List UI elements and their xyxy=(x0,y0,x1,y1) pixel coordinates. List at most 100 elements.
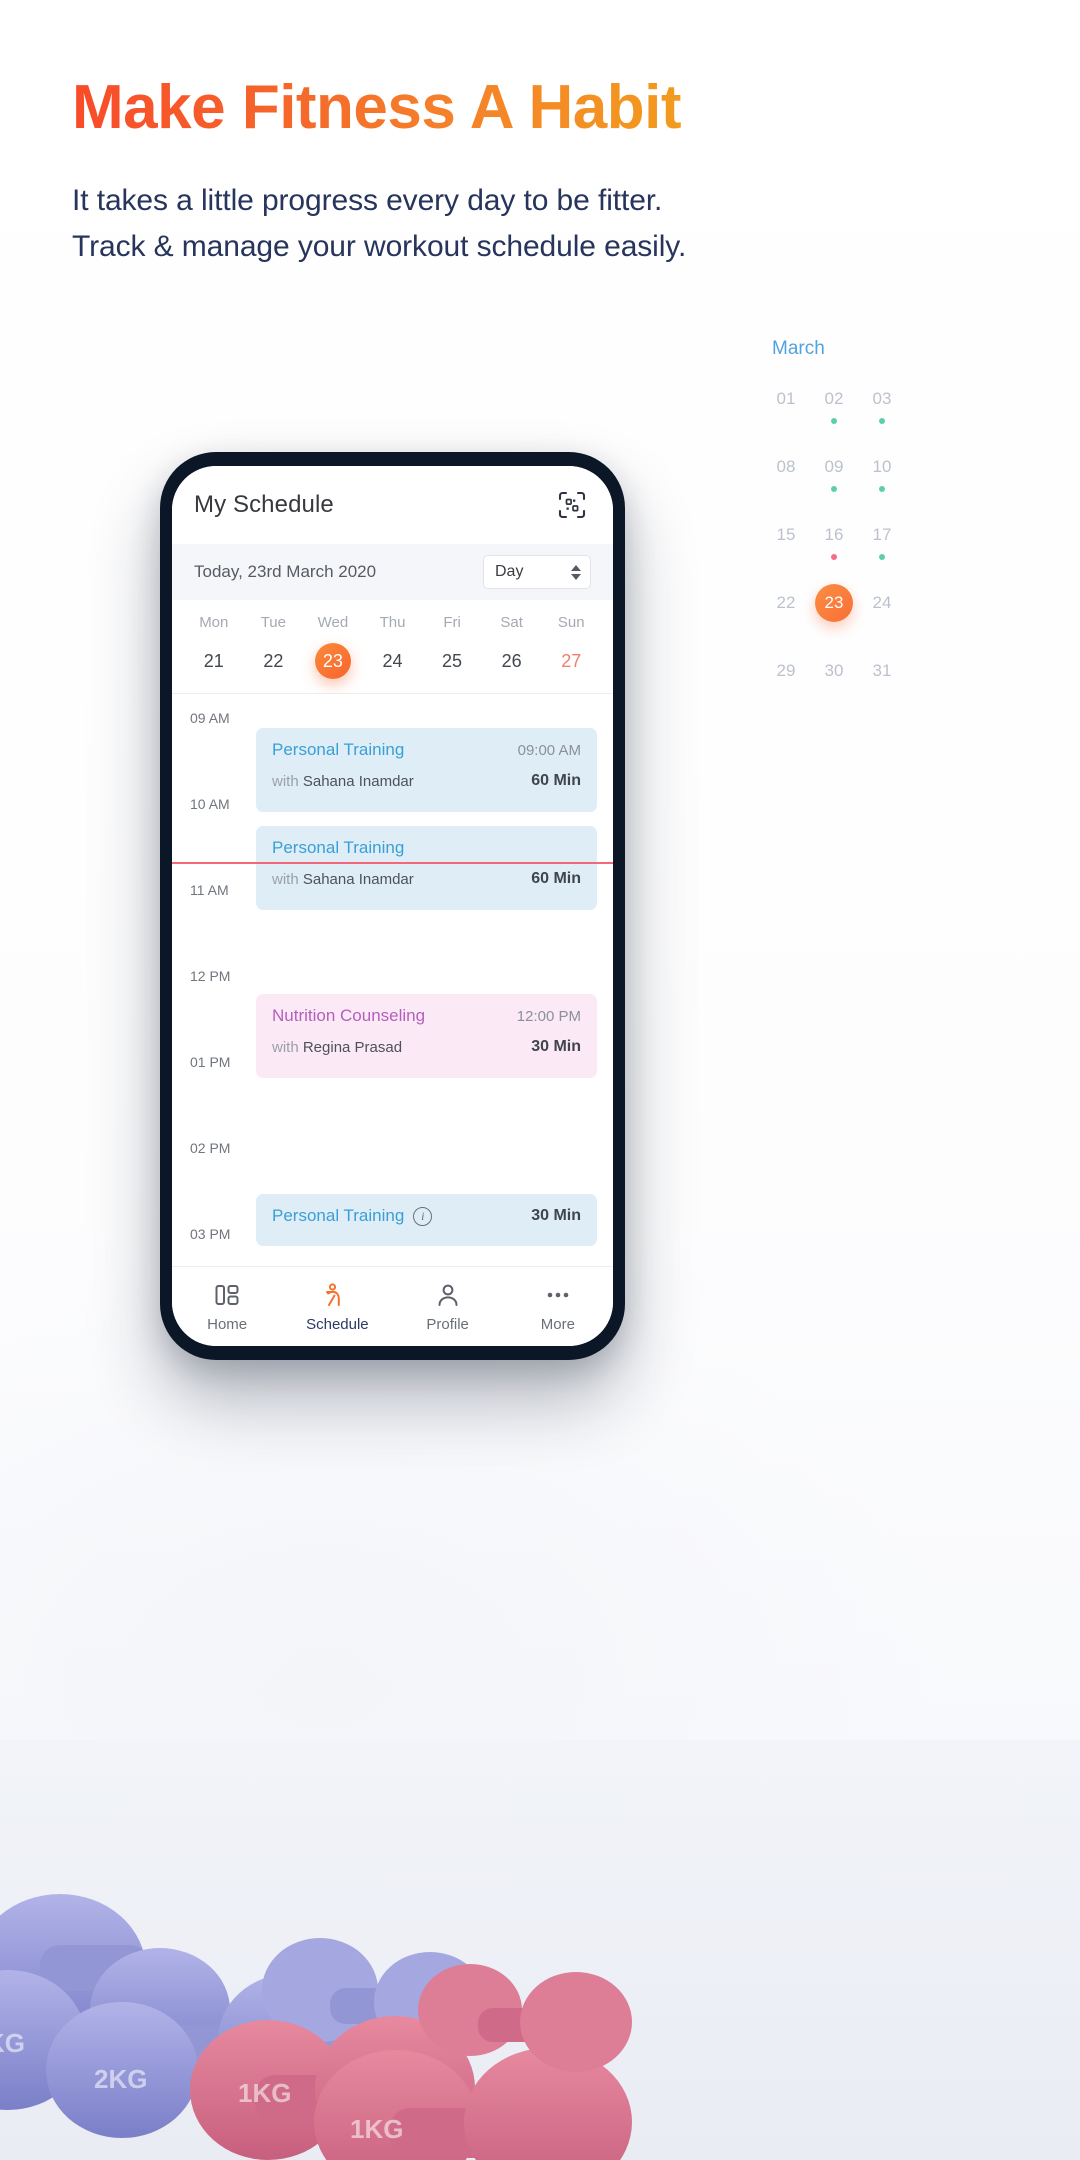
month-label: March xyxy=(772,338,825,359)
month-day-23[interactable]: 23 xyxy=(810,584,858,622)
month-day-number: 09 xyxy=(824,457,844,476)
schedule-event-card[interactable]: Personal Training i 30 Min xyxy=(256,1194,597,1246)
month-day-number: 15 xyxy=(776,525,796,544)
month-day-31[interactable]: 31 xyxy=(858,654,906,688)
week-day-name: Tue xyxy=(260,614,286,631)
week-day-sat[interactable]: Sat 26 xyxy=(482,614,542,679)
week-day-number: 27 xyxy=(561,651,582,671)
event-duration: 30 Min xyxy=(531,1038,581,1055)
day-timeline[interactable]: 09 AM 10 AM 11 AM 12 PM 01 PM 02 PM 03 PM Perso… xyxy=(172,694,613,1266)
week-day-strip[interactable]: Mon 21 Tue 22 Wed 23 Thu 24 Fri 25 Sat 26 Sun 27 xyxy=(172,600,613,694)
month-day-number: 30 xyxy=(824,661,844,680)
week-day-fri[interactable]: Fri 25 xyxy=(422,614,482,679)
month-day-01[interactable]: 01 xyxy=(762,382,810,416)
tab-more[interactable]: More xyxy=(503,1280,613,1333)
page-title: Make Fitness A Habit xyxy=(72,73,682,142)
month-day-22[interactable]: 22 xyxy=(762,586,810,620)
week-day-number: 23 xyxy=(314,643,351,679)
month-day-empty xyxy=(1002,450,1050,484)
month-day-empty xyxy=(954,450,1002,484)
month-day-29[interactable]: 29 xyxy=(762,654,810,688)
bottom-tab-bar[interactable]: Home Schedule Profile More xyxy=(172,1266,613,1346)
view-mode-select[interactable]: Day xyxy=(483,555,591,589)
timeline-hour-label: 11 AM xyxy=(190,882,229,898)
tab-profile[interactable]: Profile xyxy=(393,1280,503,1333)
month-day-number: 23 xyxy=(815,584,853,622)
event-with-label: with xyxy=(272,1038,303,1056)
app-title: My Schedule xyxy=(194,491,334,518)
month-day-16[interactable]: 16 xyxy=(810,518,858,560)
month-day-30[interactable]: 30 xyxy=(810,654,858,688)
month-day-15[interactable]: 15 xyxy=(762,518,810,552)
schedule-event-card[interactable]: Personal Training with Sahana Inamdar 60 M… xyxy=(256,826,597,910)
month-day-08[interactable]: 08 xyxy=(762,450,810,484)
background-month-calendar: March 01 02 03 08 09 10 15 16 17 22 23 24 29 30 31 xyxy=(762,338,1080,688)
current-time-indicator xyxy=(172,862,613,864)
event-title-row: Nutrition Counseling 12:00 PM xyxy=(272,1006,581,1026)
month-day-number: 24 xyxy=(872,593,892,612)
week-day-sun[interactable]: Sun 27 xyxy=(541,614,601,679)
event-time: 12:00 PM xyxy=(516,1007,581,1025)
current-date-label: Today, 23rd March 2020 xyxy=(194,562,377,581)
month-day-dot xyxy=(831,418,837,424)
timeline-hour-label: 01 PM xyxy=(190,1054,231,1070)
month-day-empty xyxy=(1002,586,1050,620)
event-meta-row: with Regina Prasad 30 Min xyxy=(272,1038,581,1056)
month-day-dot xyxy=(879,554,885,560)
month-day-empty xyxy=(1050,518,1080,552)
week-day-tue[interactable]: Tue 22 xyxy=(244,614,304,679)
qr-scan-icon[interactable] xyxy=(553,486,591,524)
event-trainer-name: Sahana Inamdar xyxy=(302,870,414,888)
event-with-label: with xyxy=(272,772,303,790)
promo-screenshot: Make Fitness A Habit It takes a little p… xyxy=(0,0,1080,2160)
week-day-mon[interactable]: Mon 21 xyxy=(184,614,244,679)
week-day-name: Fri xyxy=(443,614,461,631)
runner-icon xyxy=(282,1280,392,1310)
month-day-03[interactable]: 03 xyxy=(858,382,906,424)
event-trainer: with Regina Prasad xyxy=(272,1039,402,1056)
month-day-09[interactable]: 09 xyxy=(810,450,858,492)
month-day-number: 22 xyxy=(776,593,796,612)
month-day-10[interactable]: 10 xyxy=(858,450,906,492)
schedule-event-card[interactable]: Nutrition Counseling 12:00 PM with Regina … xyxy=(256,994,597,1078)
month-day-empty xyxy=(954,382,1002,416)
week-day-name: Sat xyxy=(500,614,523,631)
month-day-empty xyxy=(954,518,1002,552)
month-day-dot xyxy=(879,418,885,424)
week-day-number: 25 xyxy=(442,651,463,671)
month-day-number: 17 xyxy=(872,525,892,544)
schedule-event-card[interactable]: Personal Training 09:00 AM with Sahana Ina… xyxy=(256,728,597,812)
month-day-24[interactable]: 24 xyxy=(858,586,906,620)
week-day-thu[interactable]: Thu 24 xyxy=(363,614,423,679)
phone-mockup: My Schedule Today, 23rd March 2020 Day M… xyxy=(160,452,625,1360)
event-duration: 30 Min xyxy=(531,1207,581,1224)
month-day-17[interactable]: 17 xyxy=(858,518,906,560)
week-day-name: Sun xyxy=(557,614,585,631)
week-day-name: Mon xyxy=(199,614,229,631)
week-day-name: Thu xyxy=(379,614,406,631)
date-bar: Today, 23rd March 2020 Day xyxy=(172,544,613,600)
month-day-empty xyxy=(1050,586,1080,620)
tab-label: Home xyxy=(207,1316,248,1333)
event-title-row: Personal Training 09:00 AM xyxy=(272,740,581,760)
svg-text:1KG: 1KG xyxy=(238,2078,291,2108)
week-day-wed[interactable]: Wed 23 xyxy=(303,614,363,679)
week-day-number: 26 xyxy=(501,651,522,671)
event-trainer: with Sahana Inamdar xyxy=(272,871,414,888)
tab-home[interactable]: Home xyxy=(172,1280,282,1333)
svg-text:KG: KG xyxy=(0,2028,25,2058)
info-icon[interactable]: i xyxy=(413,1206,433,1226)
tab-schedule[interactable]: Schedule xyxy=(282,1280,392,1333)
ellipsis-icon xyxy=(503,1280,613,1310)
month-day-empty xyxy=(1050,450,1080,484)
tab-label: Profile xyxy=(426,1316,469,1333)
chevron-updown-icon xyxy=(571,564,581,580)
grid-icon xyxy=(172,1280,282,1310)
event-trainer-name: Sahana Inamdar xyxy=(302,772,414,790)
tab-label: More xyxy=(540,1316,575,1333)
event-title-row: Personal Training xyxy=(272,838,581,858)
subtitle-line-1: It takes a little progress every day to … xyxy=(72,184,663,217)
event-duration: 60 Min xyxy=(531,870,581,887)
timeline-hour-label: 02 PM xyxy=(190,1140,231,1156)
month-day-02[interactable]: 02 xyxy=(810,382,858,424)
